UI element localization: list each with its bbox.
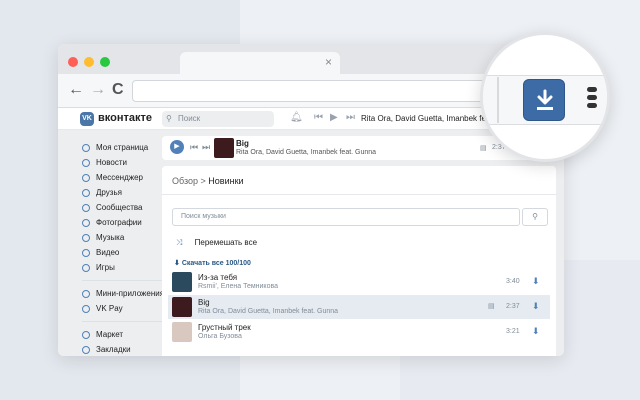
vk-logo-icon[interactable]: VK: [80, 112, 94, 126]
track-cover-image: [172, 272, 192, 292]
breadcrumb-current: Новинки: [208, 176, 244, 186]
maximize-window-button[interactable]: [100, 57, 110, 67]
download-icon: ⬇: [174, 260, 180, 267]
sidebar-item-label: Фотографии: [96, 218, 142, 227]
prev-track-icon[interactable]: ⏮: [190, 142, 198, 153]
player-cover-image: [214, 138, 234, 158]
next-track-icon[interactable]: ⏭: [202, 142, 210, 153]
music-search-input[interactable]: Поиск музыки: [172, 208, 520, 226]
shuffle-all-button[interactable]: ⤨ Перемешать все: [176, 238, 257, 248]
hq-icon: ▤: [488, 303, 495, 310]
sidebar-item-label: Сообщества: [96, 203, 143, 212]
vk-search-placeholder: Поиск: [178, 114, 201, 123]
news-icon: [82, 158, 90, 167]
market-icon: [82, 330, 90, 339]
vk-logo-text[interactable]: вконтакте: [98, 112, 152, 124]
friends-icon: [82, 188, 90, 197]
track-row[interactable]: Из-за тебя Rsmii', Елена Темникова 3:40 …: [168, 270, 550, 294]
video-icon: [82, 248, 90, 257]
download-icon[interactable]: ⬇: [532, 301, 540, 312]
track-artist[interactable]: Rsmii', Елена Темникова: [198, 283, 278, 290]
bell-icon[interactable]: 🔔︎: [290, 112, 303, 123]
prev-track-icon[interactable]: ⏮: [314, 112, 323, 123]
download-all-label: Скачать все 100/100: [181, 260, 251, 267]
sidebar-item-label: Видео: [96, 248, 120, 257]
minimize-window-button[interactable]: [84, 57, 94, 67]
player-track-title: Big: [236, 139, 249, 148]
sidebar-item-label: Маркет: [96, 330, 124, 339]
sidebar-item-label: Закладки: [96, 345, 131, 354]
vk-content: Моя страница Новости Мессенджер Друзья С…: [58, 130, 564, 356]
sidebar-item-label: Новости: [96, 158, 127, 167]
forward-arrow-icon[interactable]: →: [90, 82, 106, 98]
toolbar-magnifier: [480, 32, 610, 162]
download-icon[interactable]: ⬇: [532, 276, 540, 287]
sidebar-item-label: Игры: [96, 263, 115, 272]
photo-icon: [82, 218, 90, 227]
message-icon: [82, 173, 90, 182]
apps-icon: [82, 289, 90, 298]
menu-icon[interactable]: [587, 87, 597, 111]
track-artist[interactable]: Rita Ora, David Guetta, Imanbek feat. Gu…: [198, 308, 338, 315]
vk-search-input[interactable]: ⚲ Поиск: [162, 111, 274, 127]
download-icon[interactable]: ⬇: [532, 326, 540, 337]
reload-icon[interactable]: C: [112, 82, 124, 98]
sidebar-item-label: VK Pay: [96, 304, 123, 313]
breadcrumb-separator: >: [200, 176, 206, 186]
breadcrumb-root[interactable]: Обзор: [172, 176, 198, 186]
track-cover-image: [172, 322, 192, 342]
track-duration: 3:21: [506, 328, 520, 335]
sidebar-item-label: Моя страница: [96, 143, 149, 152]
music-icon: [82, 233, 90, 242]
player-track-artist[interactable]: Rita Ora, David Guetta, Imanbek feat. Gu…: [236, 149, 376, 156]
download-icon: [537, 89, 553, 110]
track-duration: 2:37: [506, 303, 520, 310]
user-icon: [82, 143, 90, 152]
track-cover-image: [172, 297, 192, 317]
music-panel: Обзор > Новинки Поиск музыки ⚲ ⤨ Перемеш…: [162, 166, 556, 356]
track-row[interactable]: Big Rita Ora, David Guetta, Imanbek feat…: [168, 295, 550, 319]
toolbar-divider: [497, 77, 499, 123]
breadcrumb: Обзор > Новинки: [172, 176, 244, 186]
url-input[interactable]: [132, 80, 532, 102]
next-track-icon[interactable]: ⏭: [346, 112, 355, 123]
divider: [162, 194, 556, 195]
track-artist[interactable]: Ольга Бузова: [198, 333, 242, 340]
close-window-button[interactable]: [68, 57, 78, 67]
shuffle-icon: ⤨: [176, 238, 183, 247]
games-icon: [82, 263, 90, 272]
track-row[interactable]: Грустный трек Ольга Бузова 3:21 ⬇: [168, 320, 550, 344]
play-icon[interactable]: ▶: [330, 112, 338, 123]
search-icon: ⚲: [166, 114, 172, 123]
bookmark-icon: [82, 345, 90, 354]
tab-close-icon[interactable]: ×: [325, 55, 332, 69]
track-title: Из-за тебя: [198, 273, 238, 282]
back-arrow-icon[interactable]: ←: [68, 82, 84, 98]
communities-icon: [82, 203, 90, 212]
sidebar-item-label: Друзья: [96, 188, 122, 197]
sidebar-item-label: Музыка: [96, 233, 125, 242]
sidebar-item-label: Мессенджер: [96, 173, 143, 182]
sidebar-item-label: Мини-приложения: [96, 289, 165, 298]
play-button[interactable]: ▶: [170, 140, 184, 154]
download-extension-button[interactable]: [523, 79, 565, 121]
download-all-button[interactable]: ⬇ Скачать все 100/100: [174, 259, 251, 267]
track-title: Грустный трек: [198, 323, 251, 332]
track-title: Big: [198, 298, 210, 307]
pay-icon: [82, 304, 90, 313]
track-duration: 3:40: [506, 278, 520, 285]
search-icon[interactable]: ⚲: [522, 208, 548, 226]
browser-tab[interactable]: ×: [180, 52, 340, 76]
hq-icon: ▤: [480, 145, 487, 152]
shuffle-label: Перемешать все: [194, 238, 258, 247]
